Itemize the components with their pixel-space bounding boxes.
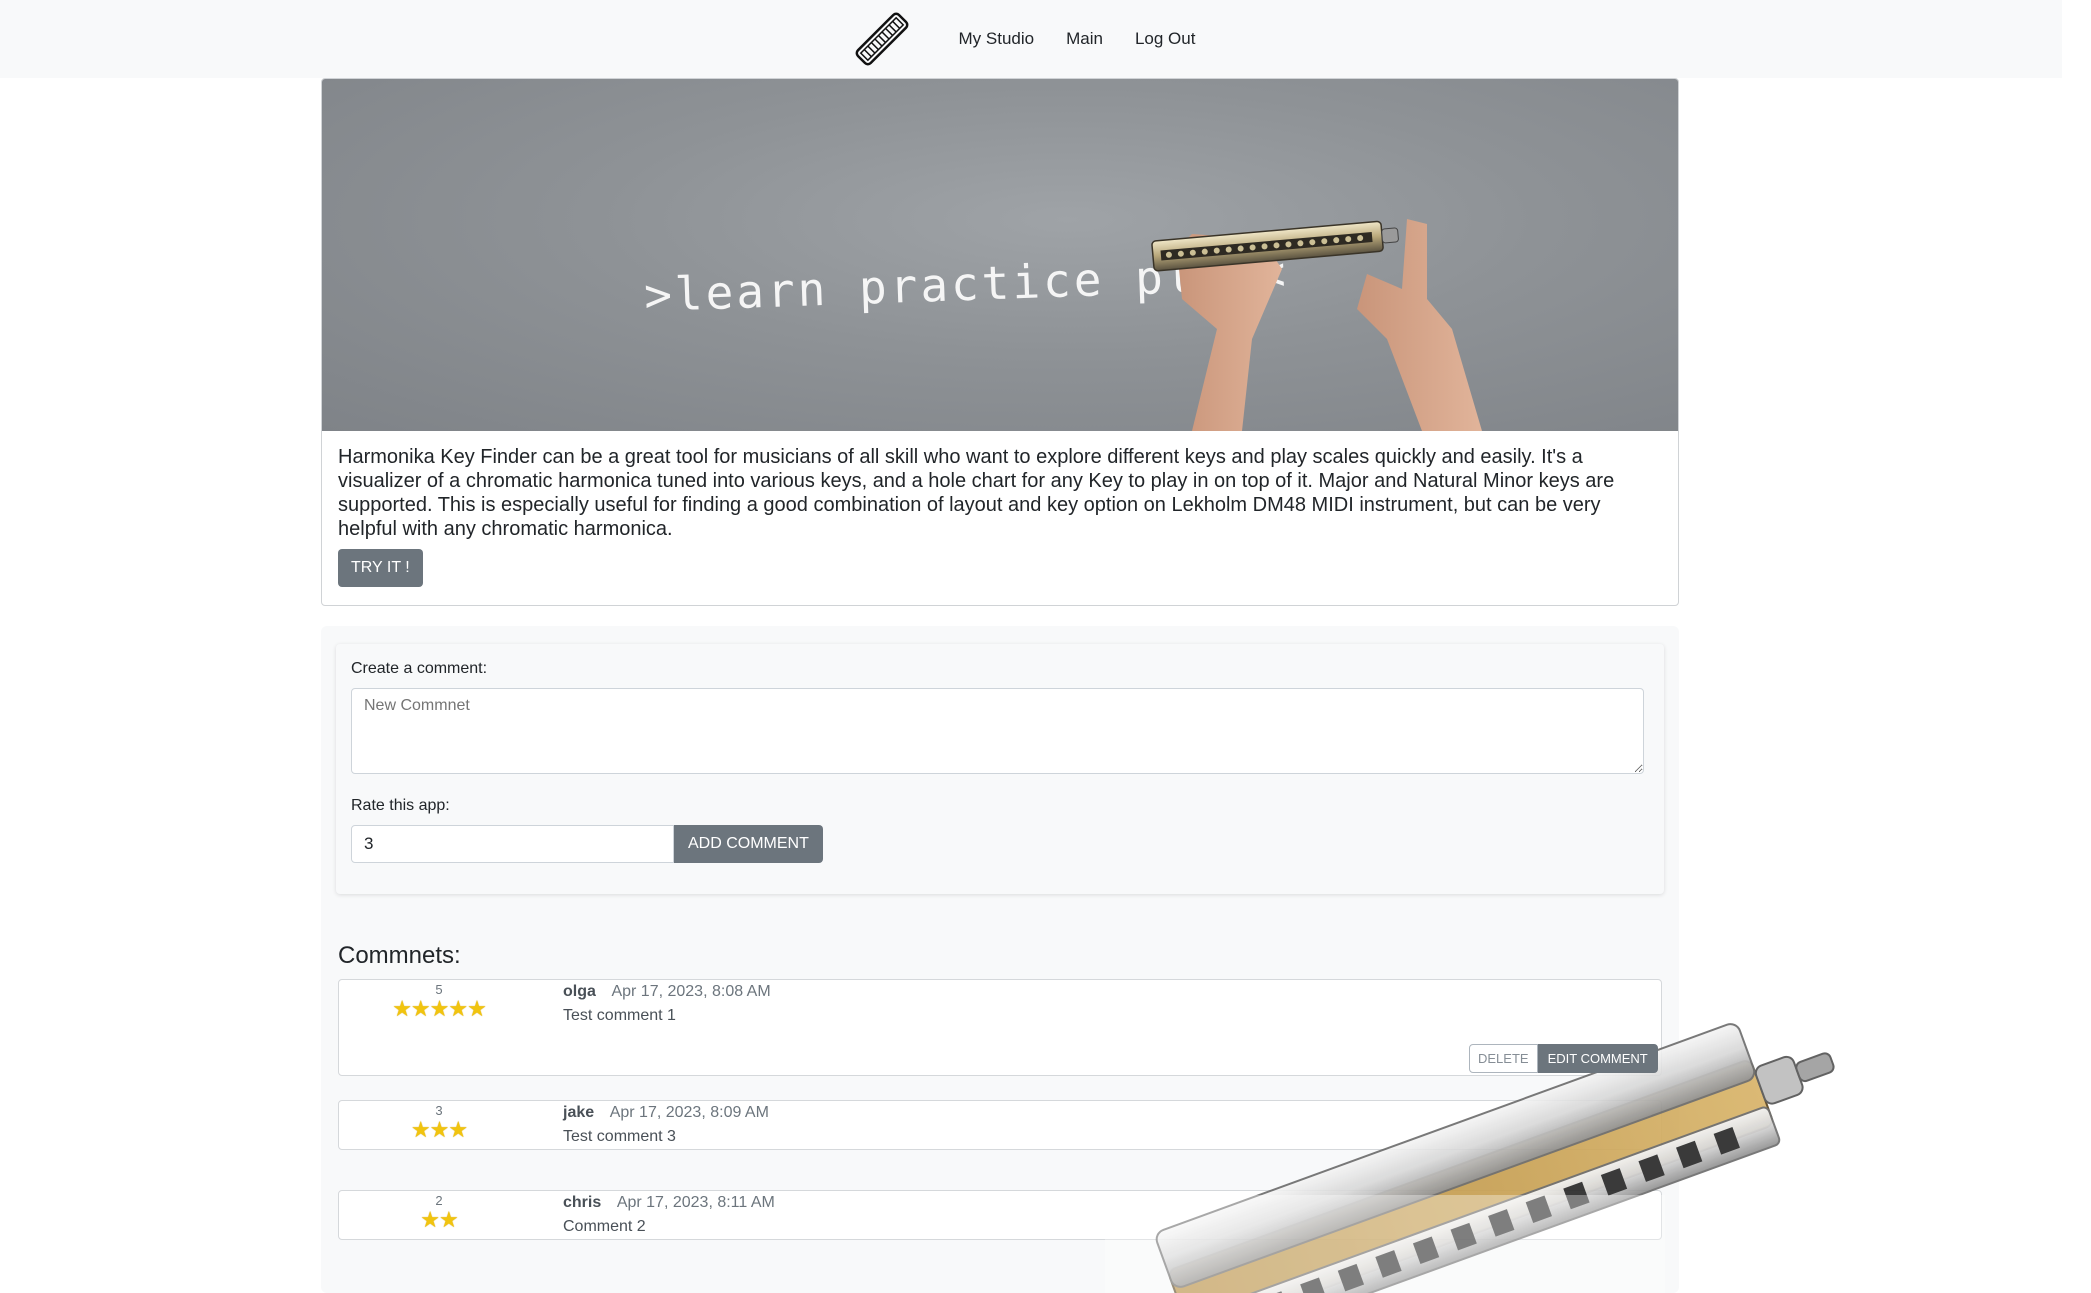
- comment-form: Create a comment: Rate this app: ADD COM…: [336, 644, 1664, 894]
- top-navbar: My Studio Main Log Out: [0, 0, 2062, 78]
- card-body: Harmonika Key Finder can be a great tool…: [322, 431, 1678, 601]
- add-comment-button[interactable]: ADD COMMENT: [674, 825, 823, 863]
- hands-holding-harmonica-image: [1151, 219, 1482, 431]
- comment-date: Apr 17, 2023, 8:09 AM: [609, 1104, 769, 1121]
- rating-number: 2: [435, 1193, 443, 1208]
- delete-comment-button[interactable]: DELETE: [1469, 1044, 1538, 1073]
- nav-log-out[interactable]: Log Out: [1135, 29, 1196, 49]
- comment-rating: 2 ★★: [339, 1193, 539, 1232]
- comment-item: 3 ★★★ jake Apr 17, 2023, 8:09 AM Test co…: [338, 1100, 1662, 1150]
- app-description: Harmonika Key Finder can be a great tool…: [338, 446, 1615, 540]
- comment-rating: 5 ★★★★★: [339, 982, 539, 1021]
- nav-main[interactable]: Main: [1066, 29, 1103, 49]
- rating-input[interactable]: [351, 825, 674, 863]
- harmonica-logo-icon[interactable]: [851, 7, 915, 71]
- comment-text: Test comment 3: [563, 1128, 676, 1145]
- hero-banner: >learn practice play<: [322, 79, 1678, 431]
- comment-header: olga Apr 17, 2023, 8:08 AM: [563, 983, 771, 1001]
- try-it-button[interactable]: TRY IT !: [338, 549, 423, 587]
- comment-header: jake Apr 17, 2023, 8:09 AM: [563, 1104, 769, 1122]
- comment-rating: 3 ★★★: [339, 1103, 539, 1142]
- comment-user: jake: [563, 1104, 595, 1121]
- nav-my-studio[interactable]: My Studio: [959, 29, 1035, 49]
- comment-user: chris: [563, 1194, 602, 1211]
- comment-item: 5 ★★★★★ olga Apr 17, 2023, 8:08 AM Test …: [338, 979, 1662, 1076]
- comment-label: Create a comment:: [351, 660, 488, 677]
- app-card: >learn practice play< Harmonika Key Find…: [321, 78, 1679, 606]
- comment-date: Apr 17, 2023, 8:11 AM: [616, 1194, 775, 1211]
- comment-textarea[interactable]: [351, 688, 1644, 774]
- comment-text: Test comment 1: [563, 1007, 676, 1024]
- comment-actions: DELETE EDIT COMMENT: [1469, 1044, 2091, 1073]
- rate-row: ADD COMMENT: [351, 825, 1649, 863]
- rating-number: 3: [435, 1103, 443, 1118]
- comment-text: Comment 2: [563, 1218, 646, 1235]
- star-icons: ★★: [420, 1207, 458, 1232]
- edit-comment-button[interactable]: EDIT COMMENT: [1537, 1044, 1658, 1073]
- comment-date: Apr 17, 2023, 8:08 AM: [611, 983, 771, 1000]
- comment-item: 2 ★★ chris Apr 17, 2023, 8:11 AM Comment…: [338, 1190, 1662, 1240]
- rate-label: Rate this app:: [351, 797, 450, 814]
- comments-heading: Commnets:: [338, 942, 461, 969]
- comment-header: chris Apr 17, 2023, 8:11 AM: [563, 1194, 775, 1212]
- comment-user: olga: [563, 983, 596, 1000]
- star-icons: ★★★: [410, 1117, 468, 1142]
- star-icons: ★★★★★: [392, 996, 487, 1021]
- rating-number: 5: [435, 982, 443, 997]
- comments-section: Create a comment: Rate this app: ADD COM…: [321, 626, 1679, 1293]
